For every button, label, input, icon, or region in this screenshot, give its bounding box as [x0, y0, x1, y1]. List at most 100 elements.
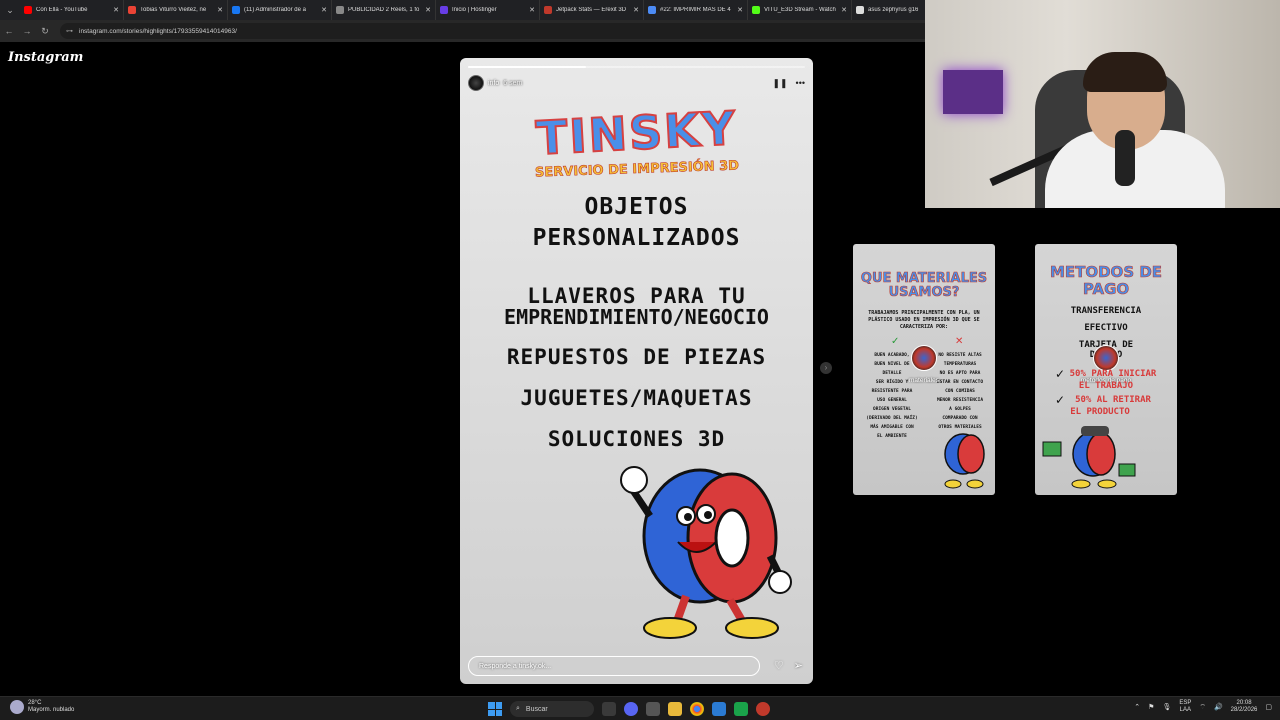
- tab-favicon-icon: [24, 6, 32, 14]
- tab-favicon-icon: [648, 6, 656, 14]
- story-username[interactable]: info: [488, 80, 499, 87]
- close-tab-icon[interactable]: ✕: [841, 6, 847, 14]
- close-tab-icon[interactable]: ✕: [425, 6, 431, 14]
- search-icon: ⌕: [516, 705, 520, 712]
- close-tab-icon[interactable]: ✕: [633, 6, 639, 14]
- highlight-intro: TRABAJAMOS PRINCIPALMENTE CON PLA, UN PL…: [868, 310, 980, 330]
- weather-desc: Mayorm. nublado: [28, 707, 75, 713]
- story-text-line: JUGUETES/MAQUETAS: [520, 386, 753, 410]
- tab-favicon-icon: [336, 6, 344, 14]
- tab-title: Jetpack Stats — Erexit 3D: [556, 7, 627, 13]
- story-text-line: OBJETOS: [584, 194, 689, 220]
- wifi-icon[interactable]: ⌔: [1199, 703, 1206, 712]
- microphone: [1115, 130, 1135, 186]
- reply-input[interactable]: Responde a tinsky.ok...: [468, 656, 760, 676]
- con-item: COMPARADO CON: [942, 416, 978, 421]
- highlight-preview-materiales[interactable]: QUE MATERIALES USAMOS? TRABAJAMOS PRINCI…: [853, 244, 995, 495]
- network-icon[interactable]: ⚑: [1148, 703, 1154, 711]
- pro-item: MÁS AMIGABLE CON: [870, 425, 914, 430]
- send-icon[interactable]: ➢: [794, 659, 803, 672]
- pro-item: EL AMBIENTE: [877, 434, 907, 439]
- tab-favicon-icon: [440, 6, 448, 14]
- tab-search-button[interactable]: ⌄: [0, 0, 20, 20]
- story-text-line: SOLUCIONES 3D: [547, 427, 726, 451]
- con-item: TEMPERATURAS: [943, 362, 977, 367]
- app-icon[interactable]: [756, 702, 770, 716]
- brand-logo: TINSKY SERVICIO DE IMPRESIÓN 3D: [460, 100, 813, 181]
- payment-term: 50% AL RETIRAR: [1075, 395, 1151, 405]
- language-code: ESP: [1179, 700, 1192, 706]
- story-viewer[interactable]: info 6 sem ❚❚ ••• TINSKY SERVICIO DE IMP…: [460, 58, 813, 684]
- avatar[interactable]: [468, 75, 484, 91]
- browser-tab[interactable]: VITU_E3D Stream - Watch ✕: [748, 0, 852, 20]
- payment-term: 50% PARA INICIAR: [1069, 369, 1157, 379]
- payment-term: EL PRODUCTO: [1070, 407, 1130, 417]
- heart-icon[interactable]: ♡: [774, 659, 784, 672]
- highlight-title: QUE MATERIALES USAMOS?: [860, 271, 988, 300]
- close-tab-icon[interactable]: ✕: [217, 6, 223, 14]
- highlight-preview-metodos-de-pago[interactable]: METODOS DE PAGO TRANSFERENCIA EFECTIVO T…: [1035, 244, 1177, 495]
- language-indicator[interactable]: ESP LAA: [1179, 700, 1191, 714]
- payment-term: EL TRABAJO: [1078, 381, 1134, 391]
- tab-title: PUBLICIDAD 2 Reels, 1 fo: [348, 7, 420, 13]
- reload-icon[interactable]: ↻: [36, 26, 54, 37]
- forward-icon[interactable]: →: [18, 26, 36, 36]
- taskbar-search[interactable]: ⌕ Buscar: [510, 701, 594, 717]
- url-text: instagram.com/stories/highlights/1793355…: [79, 27, 237, 35]
- highlight-title: METODOS DE PAGO: [1049, 263, 1163, 298]
- clock-time: 20:08: [1236, 700, 1252, 706]
- pro-item: RESISTENTE PARA: [871, 389, 913, 394]
- spreadsheet-icon[interactable]: [734, 702, 748, 716]
- browser-tab[interactable]: Inicio | Hostinger ✕: [436, 0, 540, 20]
- site-info-icon[interactable]: ⊶: [66, 27, 73, 35]
- mascot-icon: [944, 433, 985, 489]
- discord-icon[interactable]: [624, 702, 638, 716]
- close-tab-icon[interactable]: ✕: [321, 6, 327, 14]
- weather-widget[interactable]: 28°C Mayorm. nublado: [10, 700, 74, 714]
- address-bar[interactable]: ⊶ instagram.com/stories/highlights/17933…: [60, 23, 940, 39]
- story-progress-bar: [468, 66, 805, 68]
- payment-method: EFECTIVO: [1084, 323, 1128, 333]
- payment-method: TRANSFERENCIA: [1070, 306, 1142, 316]
- con-item: MENOR RESISTENCIA: [936, 398, 984, 403]
- con-item: CON COMIDAS: [945, 389, 975, 394]
- chevron-up-icon[interactable]: ⌃: [1134, 703, 1140, 711]
- clock[interactable]: 20:08 28/2/2026: [1231, 700, 1258, 714]
- chevron-right-icon[interactable]: ›: [820, 362, 832, 374]
- pause-icon[interactable]: ❚❚: [772, 78, 787, 89]
- instagram-logo[interactable]: Instagram: [8, 50, 83, 65]
- led-shelf: [943, 70, 1003, 114]
- windows-start-icon[interactable]: [488, 702, 502, 716]
- browser-tab[interactable]: #22: IMPRIMIR MAS DE 4 ✕: [644, 0, 748, 20]
- notification-icon[interactable]: ▢: [1265, 703, 1272, 711]
- close-tab-icon[interactable]: ✕: [113, 6, 119, 14]
- webcam-overlay: [925, 0, 1280, 208]
- tab-favicon-icon: [544, 6, 552, 14]
- browser-tab[interactable]: Tobias Viturro Vieitez, ne ✕: [124, 0, 228, 20]
- more-icon[interactable]: •••: [796, 78, 805, 89]
- back-icon[interactable]: ←: [0, 26, 18, 36]
- mic-icon[interactable]: 🎙: [1162, 703, 1171, 711]
- task-view-icon[interactable]: [602, 702, 616, 716]
- calculator-icon[interactable]: [646, 702, 660, 716]
- browser-tab[interactable]: Jetpack Stats — Erexit 3D ✕: [540, 0, 644, 20]
- pro-item: (DERIVADO DEL MAÍZ): [866, 416, 918, 421]
- avatar: [911, 345, 937, 371]
- browser-tab[interactable]: (11) Administrador de a ✕: [228, 0, 332, 20]
- cons-list: NO RESISTE ALTAS TEMPERATURAS NO ES APTO P…: [927, 351, 993, 432]
- file-explorer-icon[interactable]: [668, 702, 682, 716]
- system-tray: ⌃ ⚑ 🎙 ESP LAA ⌔ 🔊 20:08 28/2/2026 ▢: [1134, 700, 1272, 714]
- close-tab-icon[interactable]: ✕: [737, 6, 743, 14]
- volume-icon[interactable]: 🔊: [1214, 703, 1223, 711]
- pro-item: USO GENERAL: [877, 398, 907, 403]
- browser-tab[interactable]: Con Ella - YouTube ✕: [20, 0, 124, 20]
- story-progress-fill: [468, 66, 586, 68]
- browser-tab[interactable]: PUBLICIDAD 2 Reels, 1 fo ✕: [332, 0, 436, 20]
- con-item: A GOLPES: [949, 407, 971, 412]
- avatar: [1093, 345, 1119, 371]
- chrome-icon[interactable]: [690, 702, 704, 716]
- edge-icon[interactable]: [712, 702, 726, 716]
- close-tab-icon[interactable]: ✕: [529, 6, 535, 14]
- weather-temp: 28°C: [28, 700, 42, 706]
- tab-title: (11) Administrador de a: [244, 7, 306, 13]
